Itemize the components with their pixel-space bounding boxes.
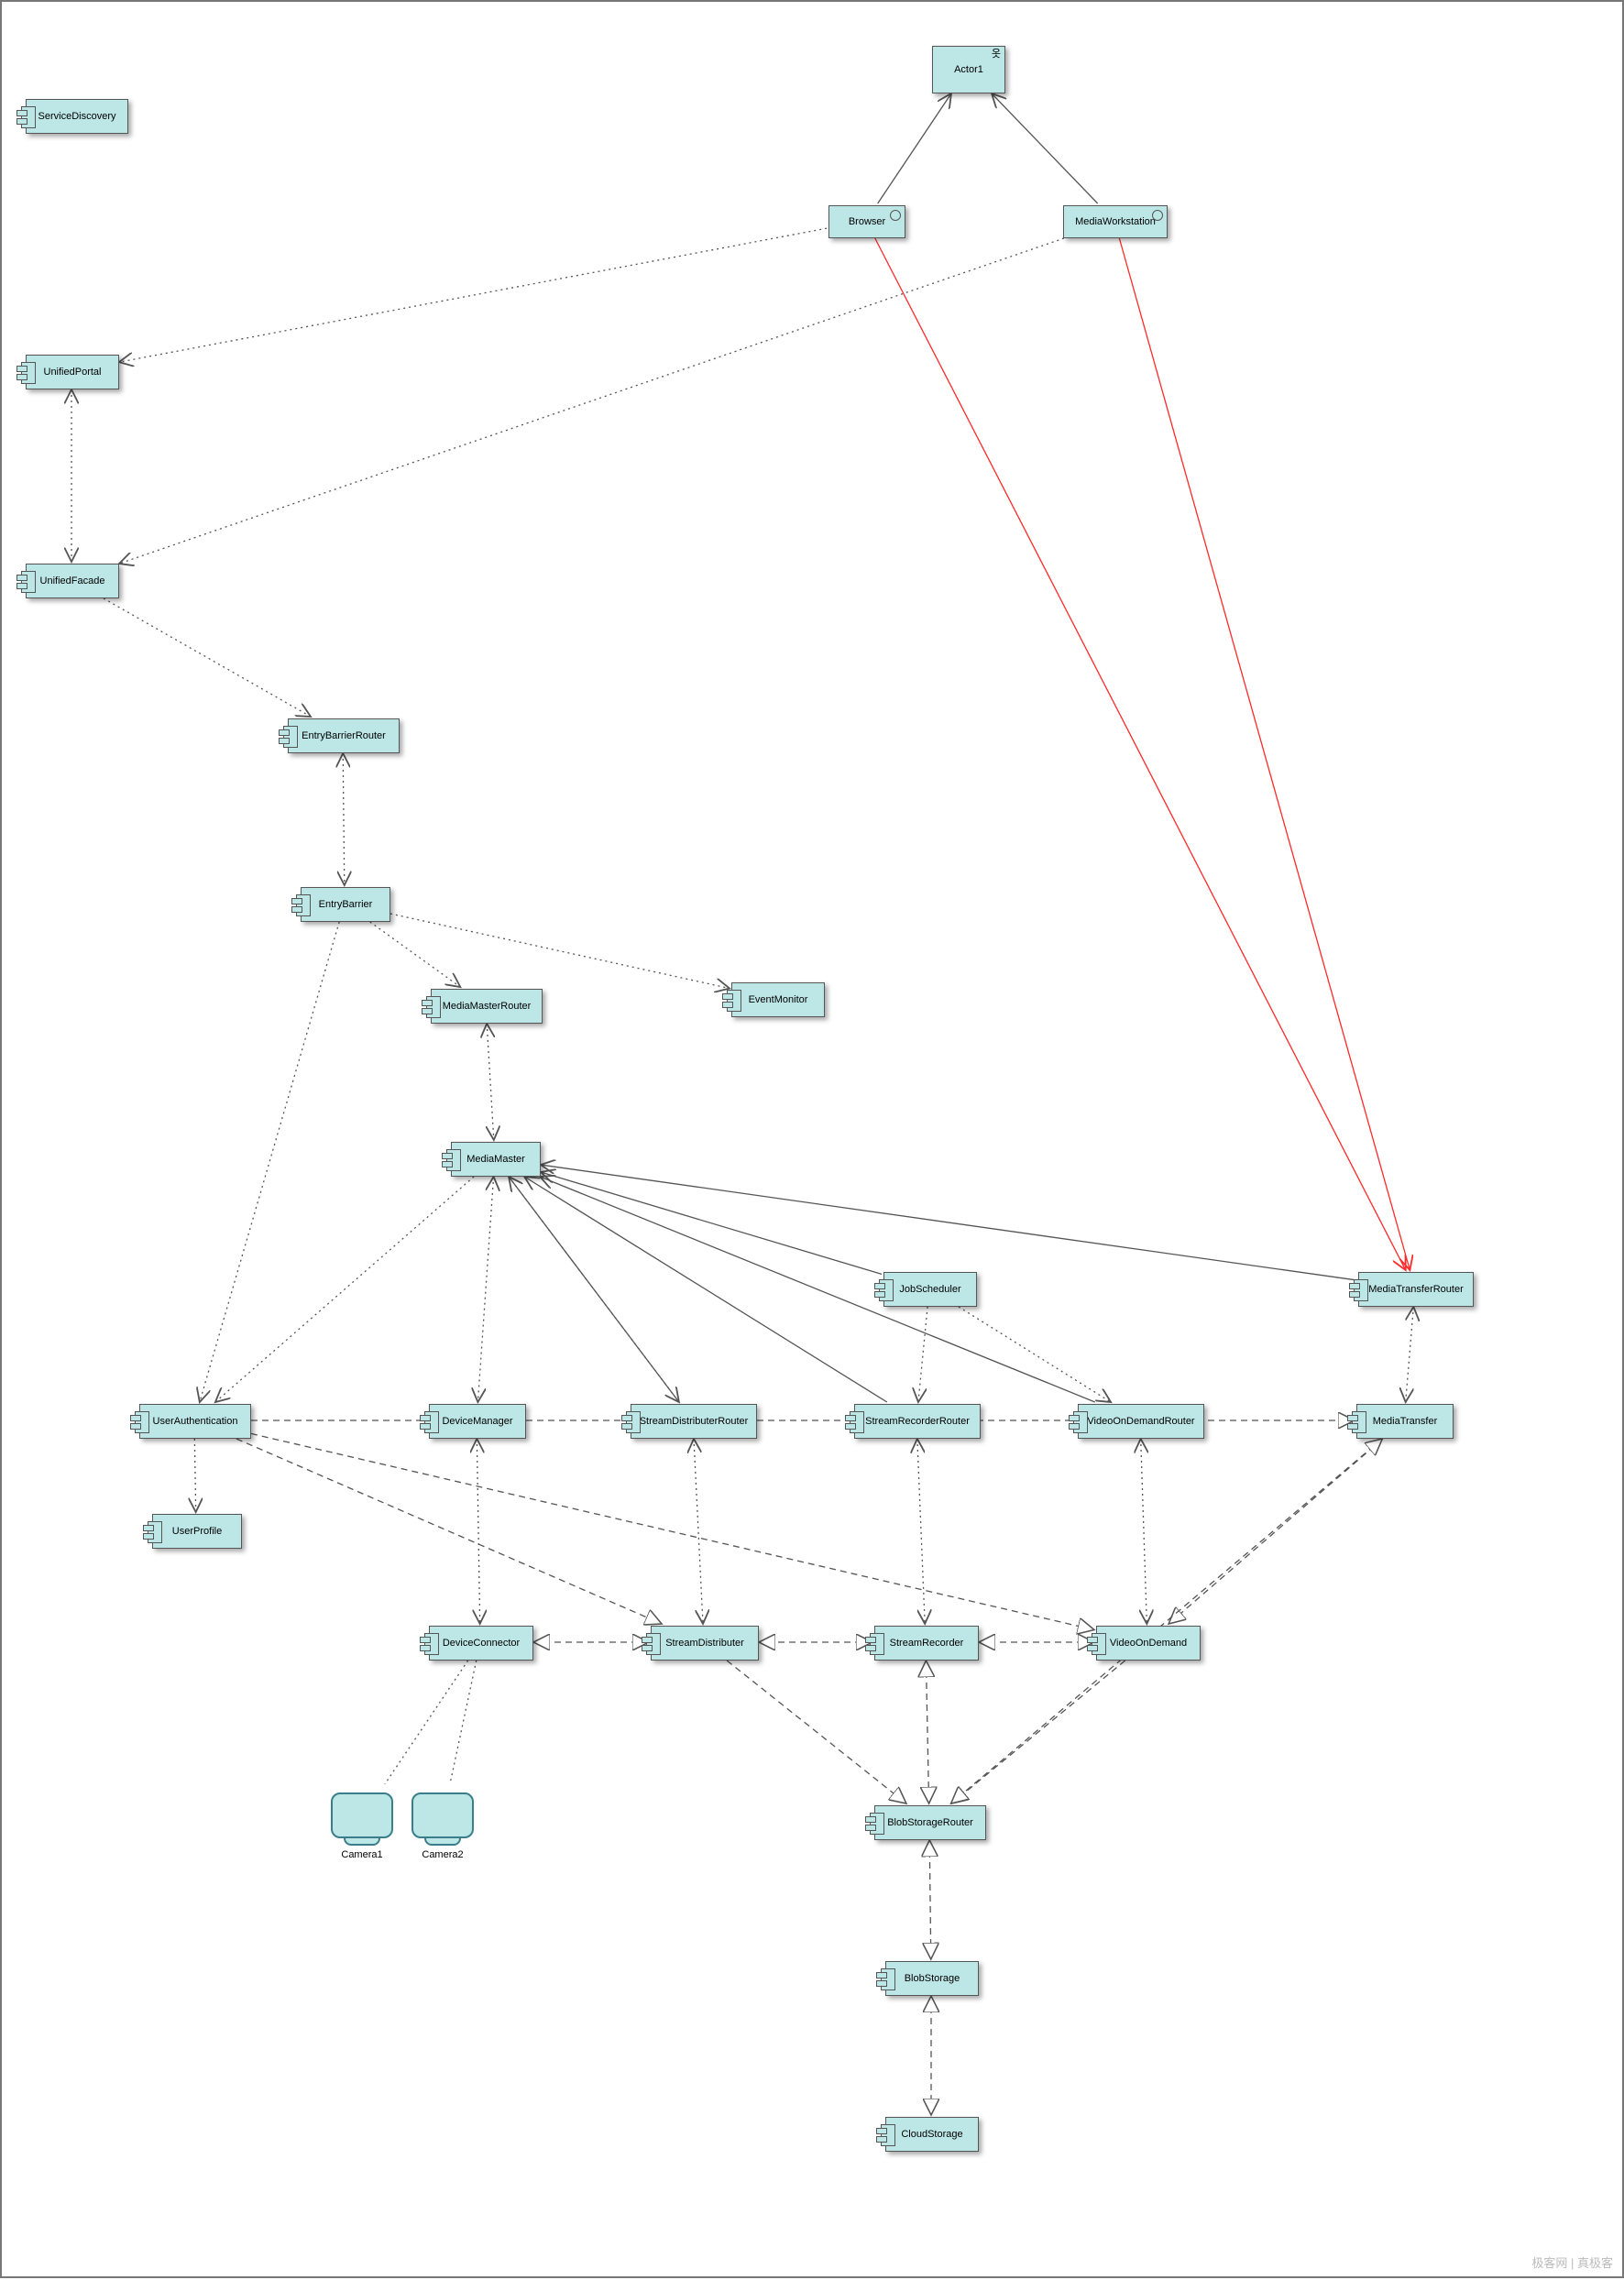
node-label: StreamDistributer <box>652 1638 758 1649</box>
node-entryBarrier[interactable]: EntryBarrier <box>301 887 390 922</box>
node-unifiedPortal[interactable]: UnifiedPortal <box>26 355 119 389</box>
node-label: MediaTransfer <box>1357 1416 1453 1427</box>
node-label: UserProfile <box>153 1526 241 1537</box>
actor-icon: 옷 <box>992 49 1001 60</box>
edge-videoOnDemand-blobStorageRouter <box>951 1661 1125 1803</box>
edge-userAuthentication-userProfile <box>194 1439 195 1512</box>
node-videoOnDemand[interactable]: VideoOnDemand <box>1096 1626 1201 1661</box>
node-label: ServiceDiscovery <box>27 111 127 122</box>
node-blobStorage[interactable]: BlobStorage <box>885 1961 979 1996</box>
edge-browser-actor <box>878 93 951 203</box>
diagram-canvas: arch Core Services Relationship Diagram … <box>0 0 1624 2278</box>
edge-streamDistributer-blobStorageRouter <box>727 1661 906 1803</box>
node-label: VideoOnDemandRouter <box>1079 1416 1203 1427</box>
edge-entryBarrierRouter-entryBarrier <box>343 753 345 885</box>
edge-deviceManager-deviceConnector <box>477 1439 479 1624</box>
edge-streamRecorderRouter-mediaMaster <box>524 1177 887 1402</box>
node-entryBarrierRouter[interactable]: EntryBarrierRouter <box>288 718 400 753</box>
node-label: EntryBarrier <box>302 899 390 910</box>
node-streamDistributerRouter[interactable]: StreamDistributerRouter <box>631 1404 757 1439</box>
edge-mediaTransfer-videoOnDemand <box>1169 1439 1383 1624</box>
edge-deviceConnector-camera2 <box>450 1661 477 1784</box>
node-deviceConnector[interactable]: DeviceConnector <box>429 1626 533 1661</box>
device-label: Camera2 <box>411 1849 475 1860</box>
node-label: StreamRecorderRouter <box>855 1416 980 1427</box>
edge-videoOnDemandRouter-videoOnDemand <box>1141 1439 1147 1624</box>
device-camera2[interactable]: Camera2 <box>411 1792 475 1860</box>
node-label: MediaTransferRouter <box>1359 1284 1473 1295</box>
node-label: EntryBarrierRouter <box>289 730 399 741</box>
edge-jobScheduler-mediaMaster <box>541 1172 882 1274</box>
edge-entryBarrier-mediaMasterRouter <box>370 922 461 987</box>
edge-unifiedFacade-entryBarrierRouter <box>104 598 311 717</box>
node-eventMonitor[interactable]: EventMonitor <box>731 982 825 1017</box>
node-userProfile[interactable]: UserProfile <box>152 1514 242 1549</box>
node-browser[interactable]: Browser <box>828 205 905 238</box>
node-mediaWorkstation[interactable]: MediaWorkstation <box>1063 205 1168 238</box>
node-userAuthentication[interactable]: UserAuthentication <box>139 1404 251 1439</box>
node-actor[interactable]: Actor1 옷 <box>932 46 1005 93</box>
edge-userAuthentication-streamDistributer <box>236 1439 662 1624</box>
edge-deviceConnector-camera1 <box>385 1661 468 1784</box>
node-jobScheduler[interactable]: JobScheduler <box>883 1272 977 1307</box>
node-mediaTransferRouter[interactable]: MediaTransferRouter <box>1358 1272 1474 1307</box>
node-label: MediaWorkstation <box>1064 216 1167 227</box>
edge-mediaTransferRouter-mediaTransfer <box>1406 1307 1414 1402</box>
edge-jobScheduler-streamRecorderRouter <box>918 1307 927 1402</box>
device-camera1[interactable]: Camera1 <box>330 1792 394 1860</box>
node-label: MediaMaster <box>452 1154 540 1165</box>
node-label: Actor1 <box>933 64 1004 75</box>
edge-streamRecorderRouter-streamRecorder <box>917 1439 925 1624</box>
node-label: JobScheduler <box>884 1284 976 1295</box>
edge-mediaWorkstation-actor <box>992 93 1098 203</box>
edge-mediaWorkstation-mediaTransferRouter <box>1119 238 1410 1270</box>
watermark: 极客网 | 真极客 <box>1531 2253 1613 2271</box>
edge-mediaMasterRouter-mediaMaster <box>487 1024 494 1140</box>
node-unifiedFacade[interactable]: UnifiedFacade <box>26 564 119 598</box>
edge-videoOnDemandRouter-mediaMaster <box>540 1177 1095 1402</box>
node-blobStorageRouter[interactable]: BlobStorageRouter <box>874 1805 986 1840</box>
node-label: DeviceConnector <box>430 1638 532 1649</box>
node-label: StreamRecorder <box>875 1638 978 1649</box>
node-videoOnDemandRouter[interactable]: VideoOnDemandRouter <box>1078 1404 1204 1439</box>
node-label: EventMonitor <box>732 994 824 1005</box>
node-label: UnifiedPortal <box>27 367 118 378</box>
edges-layer <box>2 2 1624 2280</box>
node-serviceDiscovery[interactable]: ServiceDiscovery <box>26 99 128 134</box>
node-streamDistributer[interactable]: StreamDistributer <box>651 1626 759 1661</box>
node-label: BlobStorage <box>886 1973 978 1984</box>
edge-jobScheduler-videoOnDemandRouter <box>959 1307 1111 1402</box>
edge-streamDistributerRouter-mediaMaster <box>509 1177 679 1402</box>
device-label: Camera1 <box>330 1849 394 1860</box>
edge-mediaMaster-userAuthentication <box>215 1177 474 1402</box>
node-mediaMasterRouter[interactable]: MediaMasterRouter <box>431 989 543 1024</box>
node-label: BlobStorageRouter <box>875 1817 985 1828</box>
node-label: MediaMasterRouter <box>432 1001 542 1012</box>
node-label: CloudStorage <box>886 2129 978 2140</box>
node-label: VideoOnDemand <box>1097 1638 1200 1649</box>
node-mediaMaster[interactable]: MediaMaster <box>451 1142 541 1177</box>
edge-browser-mediaTransferRouter <box>875 238 1406 1270</box>
edge-blobStorageRouter-blobStorage <box>929 1840 931 1959</box>
edge-browser-unifiedPortal <box>119 228 827 362</box>
edge-mediaMaster-deviceManager <box>477 1177 493 1402</box>
node-streamRecorderRouter[interactable]: StreamRecorderRouter <box>854 1404 981 1439</box>
node-label: UnifiedFacade <box>27 575 118 586</box>
node-deviceManager[interactable]: DeviceManager <box>429 1404 526 1439</box>
node-label: StreamDistributerRouter <box>631 1416 756 1427</box>
edge-mediaWorkstation-unifiedFacade <box>119 238 1064 564</box>
edge-streamDistributerRouter-streamDistributer <box>694 1439 703 1624</box>
edge-mediaTransfer-blobStorageRouter <box>951 1439 1383 1803</box>
edge-streamRecorder-blobStorageRouter <box>926 1661 928 1803</box>
node-mediaTransfer[interactable]: MediaTransfer <box>1356 1404 1454 1439</box>
node-cloudStorage[interactable]: CloudStorage <box>885 2117 979 2152</box>
edge-entryBarrier-eventMonitor <box>390 914 730 989</box>
edge-userAuthentication-videoOnDemand <box>251 1433 1094 1629</box>
edge-entryBarrier-userAuthentication <box>200 922 339 1402</box>
node-label: DeviceManager <box>430 1416 525 1427</box>
node-label: UserAuthentication <box>140 1416 250 1427</box>
node-streamRecorder[interactable]: StreamRecorder <box>874 1626 979 1661</box>
